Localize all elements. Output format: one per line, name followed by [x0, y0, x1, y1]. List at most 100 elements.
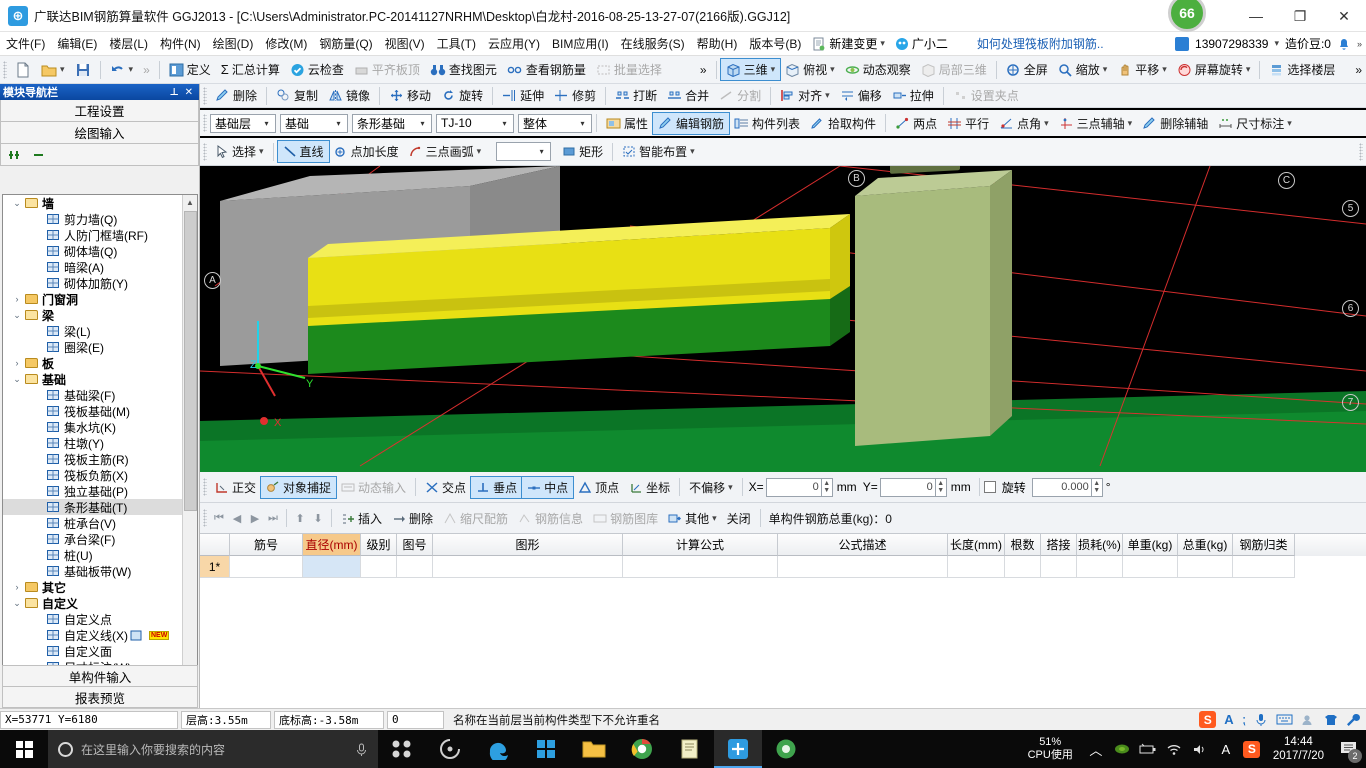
user-icon[interactable] [1301, 713, 1316, 727]
chevron-right-icon[interactable]: › [11, 358, 23, 368]
grid-label-C[interactable]: C [1278, 172, 1295, 189]
menu-modify[interactable]: 修改(M) [259, 32, 313, 55]
cpu-usage-indicator[interactable]: 51% CPU使用 [1028, 736, 1083, 762]
menu-rebar-quantity[interactable]: 钢筋量(Q) [313, 32, 378, 55]
grid-row-index[interactable]: 1* [200, 556, 230, 578]
tree-scroll-thumb[interactable] [184, 211, 197, 511]
grid-cell[interactable] [1041, 556, 1077, 578]
cloud-check-button[interactable]: 云检查 [285, 59, 349, 80]
intersection-snap-toggle[interactable]: 交点 [420, 477, 471, 498]
x-spinner[interactable]: ▲ ▼ [821, 477, 833, 497]
taskbar-search[interactable]: 在这里输入你要搜索的内容 [48, 730, 378, 768]
ggj-app-icon[interactable] [714, 730, 762, 768]
menu-help[interactable]: 帮助(H) [691, 32, 744, 55]
pin-icon[interactable]: ⊥ [169, 87, 178, 98]
move-down-button[interactable]: ⬇ [309, 512, 327, 525]
trim-button[interactable]: 修剪 [549, 85, 601, 106]
chevron-up-icon[interactable]: ︿ [1083, 730, 1109, 768]
wrench-icon[interactable] [1346, 713, 1360, 727]
grid-cell[interactable] [1005, 556, 1041, 578]
arc-chevron-down-icon[interactable]: ▾ [477, 146, 482, 157]
menu-component[interactable]: 构件(N) [154, 32, 207, 55]
rotate-spinner[interactable]: ▲ ▼ [1091, 477, 1103, 497]
ortho-toggle[interactable]: 正交 [210, 477, 261, 498]
grid-column-header[interactable]: 级别 [361, 534, 397, 556]
grid-cell[interactable] [948, 556, 1005, 578]
move-button[interactable]: 移动 [384, 85, 436, 106]
tree-folder[interactable]: ⌄ 梁 [3, 307, 183, 323]
select-floor-button[interactable]: 选择楼层 [1264, 59, 1340, 80]
grid-column-header[interactable]: 总重(kg) [1178, 534, 1233, 556]
mode-chevron-down-icon[interactable]: ▾ [576, 119, 589, 128]
rebar-toolbar-grip[interactable] [203, 509, 207, 527]
insert-row-button[interactable]: 插入 [336, 508, 387, 529]
grid-body[interactable]: 1* [200, 556, 1366, 578]
menu-view[interactable]: 视图(V) [379, 32, 431, 55]
grid-column-header[interactable]: 搭接 [1041, 534, 1077, 556]
local-3d-button[interactable]: 局部三维 [916, 59, 992, 80]
grid-cell[interactable] [303, 556, 361, 578]
grid-column-header[interactable]: 单重(kg) [1123, 534, 1178, 556]
bell-icon[interactable] [1337, 37, 1351, 51]
tree-item[interactable]: 砌体加筋(Y) [3, 275, 183, 291]
top-view-button[interactable]: 俯视 ▾ [780, 59, 840, 80]
menu-version[interactable]: 版本号(B) [743, 32, 807, 55]
chevron-right-icon[interactable]: › [11, 294, 23, 304]
component-name-combo[interactable]: TJ-10 ▾ [436, 113, 514, 133]
two-point-axis-button[interactable]: 两点 [890, 113, 942, 134]
perpendicular-snap-toggle[interactable]: 垂点 [470, 475, 524, 499]
draw-option-combo[interactable]: ▾ [496, 142, 552, 161]
parallel-axis-button[interactable]: 平行 [942, 113, 994, 134]
grid-column-header[interactable]: 钢筋归类 [1233, 534, 1295, 556]
edit-rebar-button[interactable]: 编辑钢筋 [652, 111, 731, 135]
grid-cell[interactable] [623, 556, 778, 578]
first-record-button[interactable]: ⏮ [210, 512, 228, 525]
undo-chevron-down-icon[interactable]: ▾ [129, 64, 134, 75]
three-point-axis-chevron-down-icon[interactable]: ▾ [1128, 118, 1133, 129]
menu-file[interactable]: 文件(F) [0, 32, 51, 55]
grid-cell[interactable] [397, 556, 433, 578]
batch-select-button[interactable]: 批量选择 [591, 59, 667, 80]
drawing-viewport-3d[interactable]: Z Y X A B C 5 6 7 [200, 166, 1366, 472]
tree-item[interactable]: 集水坑(K) [3, 419, 183, 435]
split-button[interactable]: 分割 [714, 85, 766, 106]
category-chevron-down-icon[interactable]: ▾ [332, 119, 345, 128]
mirror-button[interactable]: 镜像 [323, 85, 375, 106]
nvidia-icon[interactable] [1109, 730, 1135, 768]
task-view-icon[interactable] [378, 730, 426, 768]
rebar-data-grid[interactable]: 筋号 直径(mm) 级别 图号 图形 计算公式 公式描述 长度(mm) 根数 搭接 损耗(%) 单重(… [200, 533, 1366, 708]
other-button[interactable]: 其他 ▾ [663, 508, 722, 529]
chevron-down-icon[interactable]: ⌄ [11, 598, 23, 609]
y-input[interactable]: 0 [879, 477, 936, 497]
tree-item[interactable]: 独立基础(P) [3, 483, 183, 499]
view-3d-chevron-down-icon[interactable]: ▾ [771, 64, 776, 75]
tree-item[interactable]: 基础梁(F) [3, 387, 183, 403]
tree-folder[interactable]: › 板 [3, 355, 183, 371]
rebar-info-button[interactable]: 钢筋信息 [513, 508, 588, 529]
grid-cell[interactable] [433, 556, 623, 578]
copy-button[interactable]: 复制 [271, 85, 323, 106]
tree-item[interactable]: 自定义面 [3, 643, 183, 659]
tree-item[interactable]: 承台梁(F) [3, 531, 183, 547]
chevron-down-icon[interactable]: ▾ [880, 38, 885, 49]
chrome-icon[interactable] [618, 730, 666, 768]
tree-item[interactable]: 筏板主筋(R) [3, 451, 183, 467]
align-button[interactable]: 对齐 ▾ [775, 85, 835, 106]
pan-button[interactable]: 平移 ▾ [1112, 59, 1172, 80]
top-view-chevron-down-icon[interactable]: ▾ [830, 64, 835, 75]
draw-option-chevron-down-icon[interactable]: ▾ [535, 147, 548, 156]
grid-label-B[interactable]: B [848, 170, 865, 187]
tree-folder[interactable]: › 门窗洞 [3, 291, 183, 307]
microphone-icon[interactable] [355, 742, 368, 757]
selectors-grip[interactable] [203, 114, 207, 132]
rotate-button[interactable]: 旋转 [436, 85, 488, 106]
tree-item[interactable]: 梁(L) [3, 323, 183, 339]
screen-rotate-button[interactable]: 屏幕旋转 ▾ [1172, 59, 1256, 80]
taskbar-clock[interactable]: 14:44 2017/7/20 [1265, 735, 1332, 763]
notepad-icon[interactable] [666, 730, 714, 768]
browser-icon[interactable] [762, 730, 810, 768]
grid-cell[interactable] [1123, 556, 1178, 578]
tree-item[interactable]: 暗梁(A) [3, 259, 183, 275]
mode-combo[interactable]: 整体 ▾ [518, 113, 592, 133]
dynamic-observe-button[interactable]: 动态观察 [840, 59, 916, 80]
